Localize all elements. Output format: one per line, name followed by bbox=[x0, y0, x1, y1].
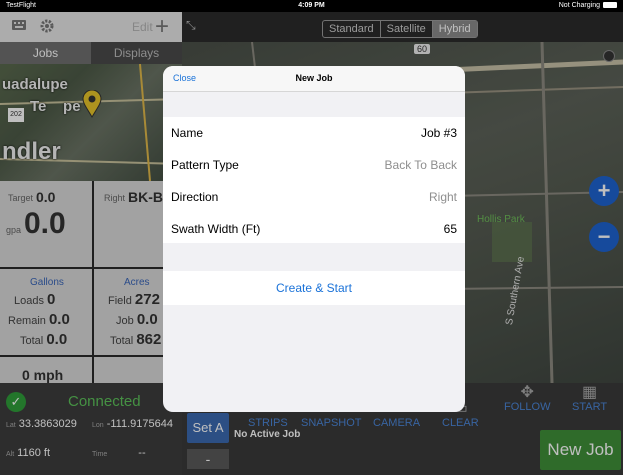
job-form: Name Job #3 Pattern Type Back To Back Di… bbox=[163, 117, 465, 243]
swath-width-field[interactable]: Swath Width (Ft) 65 bbox=[163, 213, 465, 244]
clock: 4:09 PM bbox=[298, 2, 325, 9]
battery-label: Not Charging bbox=[558, 2, 600, 9]
pattern-type-value[interactable]: Back To Back bbox=[385, 158, 457, 172]
direction-value[interactable]: Right bbox=[429, 190, 457, 204]
dialog-header: Close New Job bbox=[163, 66, 465, 92]
pattern-type-label: Pattern Type bbox=[171, 158, 239, 172]
name-value[interactable]: Job #3 bbox=[421, 126, 457, 140]
battery-status: Not Charging bbox=[559, 2, 617, 9]
dialog-title: New Job bbox=[295, 73, 333, 83]
name-label: Name bbox=[171, 126, 204, 140]
swath-width-value[interactable]: 65 bbox=[444, 222, 457, 236]
status-bar: TestFlight 4:09 PM Not Charging bbox=[0, 0, 623, 12]
swath-width-label: Swath Width (Ft) bbox=[171, 222, 261, 236]
create-start-button[interactable]: Create & Start bbox=[163, 271, 465, 305]
pattern-type-field[interactable]: Pattern Type Back To Back bbox=[163, 149, 465, 180]
name-field[interactable]: Name Job #3 bbox=[163, 117, 465, 148]
battery-icon bbox=[603, 2, 617, 9]
direction-field[interactable]: Direction Right bbox=[163, 181, 465, 212]
direction-label: Direction bbox=[171, 190, 219, 204]
new-job-dialog: Close New Job Name Job #3 Pattern Type B… bbox=[163, 66, 465, 412]
